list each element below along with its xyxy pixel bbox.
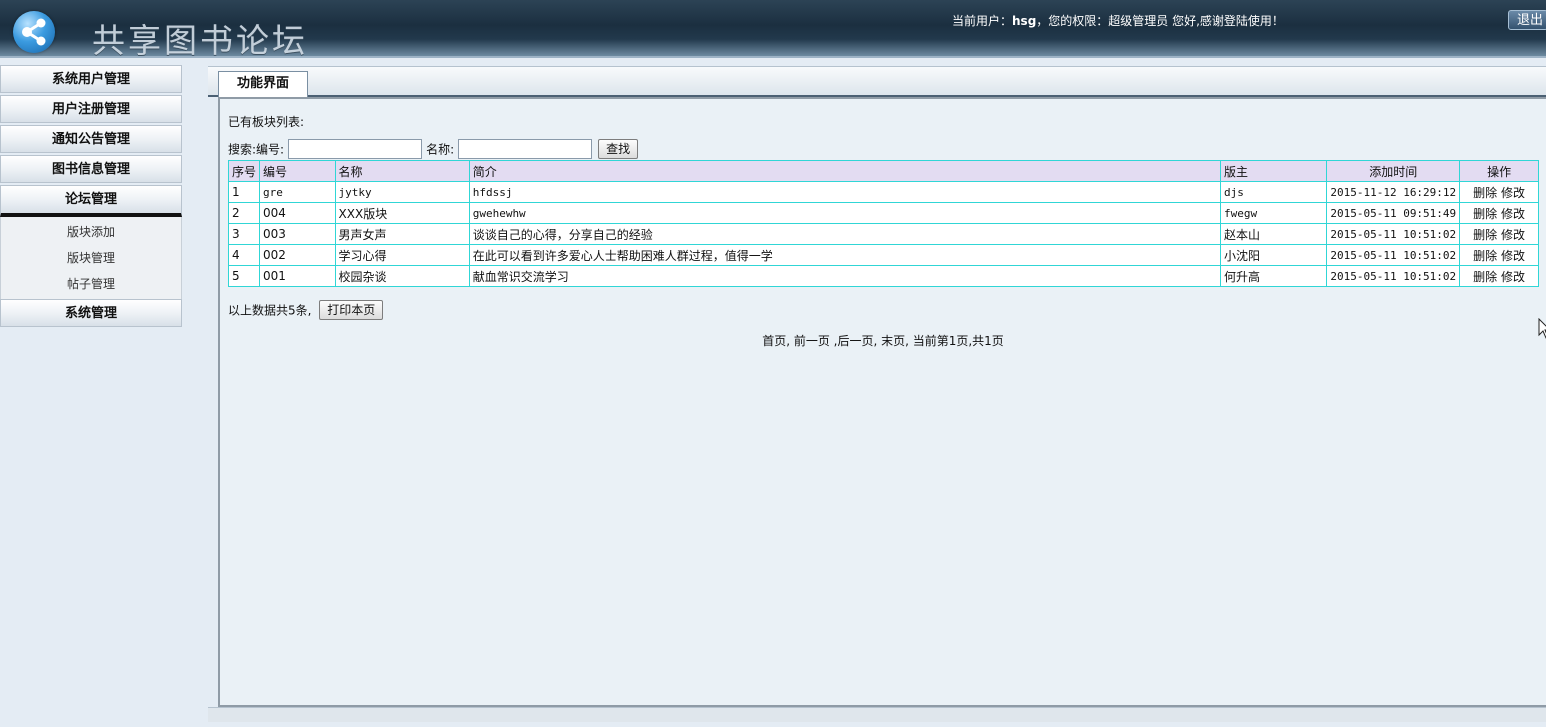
col-header-code: 编号 — [259, 160, 336, 182]
sidebar-item-user-registration[interactable]: 用户注册管理 — [0, 95, 182, 123]
cell-intro: 在此可以看到许多爱心人士帮助困难人群过程，值得一学 — [468, 244, 1222, 266]
col-header-moderator: 版主 — [1220, 160, 1328, 182]
cell-intro: 谈谈自己的心得，分享自己的经验 — [468, 223, 1222, 245]
cell-seq: 3 — [227, 223, 261, 245]
cell-code: 001 — [259, 265, 336, 287]
user-prefix: 当前用户： — [952, 14, 1013, 28]
cell-moderator: 赵本山 — [1220, 223, 1328, 245]
main-panel: 已有板块列表: 搜索:编号: 名称: 查找 序号 编号 名称 简介 版主 添加时间 … — [218, 97, 1546, 707]
search-no-label: 搜索:编号: — [228, 142, 285, 157]
submenu-add-board[interactable]: 版块添加 — [1, 219, 181, 245]
cell-code: 004 — [259, 202, 336, 224]
submenu-manage-board[interactable]: 版块管理 — [1, 245, 181, 271]
tab-bar: 功能界面 — [208, 66, 1546, 97]
table-row: 4 002 学习心得 在此可以看到许多爱心人士帮助困难人群过程，值得一学 小沈阳… — [227, 244, 1539, 266]
logout-button[interactable]: 退出 — [1508, 10, 1546, 30]
delete-link[interactable]: 删除 — [1473, 207, 1497, 221]
cell-name: 学习心得 — [334, 244, 470, 266]
user-info: 当前用户：hsg，您的权限：超级管理员 您好,感谢登陆使用！ — [952, 12, 1284, 29]
edit-link[interactable]: 修改 — [1501, 270, 1525, 284]
cell-name: 男声女声 — [334, 223, 470, 245]
sidebar-item-system-users[interactable]: 系统用户管理 — [0, 65, 182, 93]
cell-actions: 删除 修改 — [1459, 181, 1539, 203]
cell-time: 2015-11-12 16:29:12 — [1326, 181, 1461, 203]
table-row: 1 gre jytky hfdssj djs 2015-11-12 16:29:… — [227, 181, 1539, 203]
table-row: 3 003 男声女声 谈谈自己的心得，分享自己的经验 赵本山 2015-05-1… — [227, 223, 1539, 245]
search-name-label: 名称: — [426, 142, 455, 157]
sidebar: 系统用户管理 用户注册管理 通知公告管理 图书信息管理 论坛管理 版块添加 版块… — [0, 65, 184, 329]
table-row: 5 001 校园杂谈 献血常识交流学习 何升高 2015-05-11 10:51… — [227, 265, 1539, 287]
cell-seq: 5 — [227, 265, 261, 287]
delete-link[interactable]: 删除 — [1473, 249, 1497, 263]
search-bar: 搜索:编号: 名称: 查找 — [228, 139, 639, 161]
search-button[interactable]: 查找 — [598, 139, 639, 159]
table-header-row: 序号 编号 名称 简介 版主 添加时间 操作 — [227, 160, 1539, 182]
col-header-time: 添加时间 — [1326, 160, 1461, 182]
sidebar-item-notices[interactable]: 通知公告管理 — [0, 125, 182, 153]
cell-moderator: djs — [1220, 181, 1328, 203]
col-header-actions: 操作 — [1459, 160, 1539, 182]
edit-link[interactable]: 修改 — [1501, 228, 1525, 242]
cell-intro: 献血常识交流学习 — [468, 265, 1222, 287]
cell-actions: 删除 修改 — [1459, 202, 1539, 224]
cell-actions: 删除 修改 — [1459, 244, 1539, 266]
cell-code: gre — [259, 181, 336, 203]
col-header-seq: 序号 — [227, 160, 261, 182]
delete-link[interactable]: 删除 — [1473, 186, 1497, 200]
username: hsg — [1012, 14, 1037, 28]
col-header-name: 名称 — [334, 160, 470, 182]
content-area: 功能界面 已有板块列表: 搜索:编号: 名称: 查找 序号 编号 名称 简介 版主 … — [208, 66, 1546, 722]
list-title: 已有板块列表: — [228, 115, 305, 129]
col-header-intro: 简介 — [468, 160, 1222, 182]
tab-function[interactable]: 功能界面 — [218, 71, 308, 97]
sidebar-item-book-info[interactable]: 图书信息管理 — [0, 155, 182, 183]
top-header: 共享图书论坛 当前用户：hsg，您的权限：超级管理员 您好,感谢登陆使用！ 退出 — [0, 0, 1546, 60]
edit-link[interactable]: 修改 — [1501, 249, 1525, 263]
cell-name: XXX版块 — [334, 202, 470, 224]
cell-seq: 2 — [227, 202, 261, 224]
search-name-input[interactable] — [458, 139, 593, 159]
sidebar-item-system[interactable]: 系统管理 — [0, 299, 182, 327]
cell-time: 2015-05-11 10:51:02 — [1326, 223, 1461, 245]
cell-name: 校园杂谈 — [334, 265, 470, 287]
edit-link[interactable]: 修改 — [1501, 207, 1525, 221]
cell-actions: 删除 修改 — [1459, 223, 1539, 245]
delete-link[interactable]: 删除 — [1473, 228, 1497, 242]
summary: 以上数据共5条, 打印本页 — [228, 300, 384, 320]
panel-footer — [208, 707, 1546, 722]
cell-time: 2015-05-11 09:51:49 — [1326, 202, 1461, 224]
board-table: 序号 编号 名称 简介 版主 添加时间 操作 1 gre jytky hfdss… — [227, 160, 1539, 287]
cell-intro: gwehewhw — [468, 202, 1222, 224]
cell-time: 2015-05-11 10:51:02 — [1326, 244, 1461, 266]
cell-intro: hfdssj — [468, 181, 1222, 203]
table-row: 2 004 XXX版块 gwehewhw fwegw 2015-05-11 09… — [227, 202, 1539, 224]
share-logo-icon — [13, 11, 55, 53]
site-title: 共享图书论坛 — [92, 21, 308, 60]
sidebar-item-forum[interactable]: 论坛管理 — [0, 185, 182, 217]
cell-code: 003 — [259, 223, 336, 245]
print-button[interactable]: 打印本页 — [319, 300, 384, 320]
cell-time: 2015-05-11 10:51:02 — [1326, 265, 1461, 287]
record-count: 以上数据共5条, — [228, 303, 312, 318]
cell-moderator: fwegw — [1220, 202, 1328, 224]
submenu-manage-posts[interactable]: 帖子管理 — [1, 271, 181, 297]
edit-link[interactable]: 修改 — [1501, 186, 1525, 200]
forum-submenu: 版块添加 版块管理 帖子管理 — [0, 217, 182, 299]
search-code-input[interactable] — [288, 139, 423, 159]
cell-seq: 1 — [227, 181, 261, 203]
cell-moderator: 何升高 — [1220, 265, 1328, 287]
mouse-cursor-icon — [1538, 318, 1546, 339]
cell-name: jytky — [334, 181, 470, 203]
pagination[interactable]: 首页, 前一页 ,后一页, 末页, 当前第1页,共1页 — [220, 332, 1546, 349]
cell-code: 002 — [259, 244, 336, 266]
cell-actions: 删除 修改 — [1459, 265, 1539, 287]
delete-link[interactable]: 删除 — [1473, 270, 1497, 284]
cell-seq: 4 — [227, 244, 261, 266]
permission-text: ，您的权限：超级管理员 您好,感谢登陆使用！ — [1036, 14, 1284, 28]
cell-moderator: 小沈阳 — [1220, 244, 1328, 266]
